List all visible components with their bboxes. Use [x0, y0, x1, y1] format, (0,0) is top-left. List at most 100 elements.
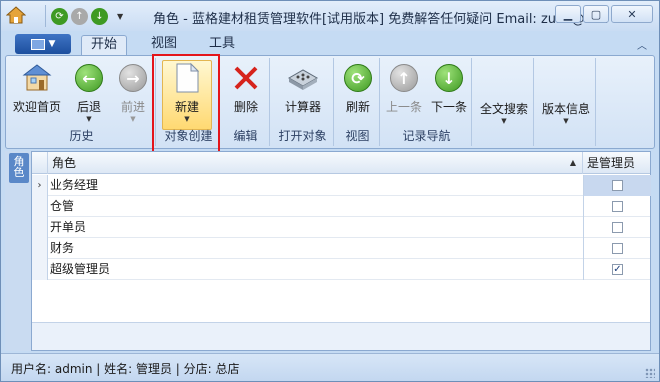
- role-cell[interactable]: 超级管理员: [50, 259, 110, 280]
- chevron-down-icon: ▼: [501, 117, 507, 125]
- column-header-role[interactable]: 角色 ▲: [48, 152, 583, 174]
- qat-down-icon[interactable]: ↓: [91, 7, 108, 25]
- roles-grid: 角色 ▲ 是管理员 › 业务经理 仓管 开单员 财务 超级管理员 ✓: [31, 151, 651, 351]
- chevron-down-icon: ▼: [130, 115, 136, 123]
- maximize-icon: ▢: [590, 7, 602, 21]
- down-arrow-icon: ↓: [433, 62, 465, 94]
- role-cell[interactable]: 财务: [50, 238, 74, 259]
- window-title: 角色 - 蓝格建材租赁管理软件[试用版本] 免费解答任何疑问 Email: zu…: [153, 12, 609, 27]
- group-version-info: 版本信息 ▼: [536, 58, 596, 146]
- tab-tools[interactable]: 工具: [199, 35, 245, 55]
- qat-separator: [45, 5, 46, 27]
- app-home-icon[interactable]: [5, 6, 27, 24]
- full-text-search-button[interactable]: 全文搜索 ▼: [476, 96, 532, 125]
- row-indicator[interactable]: [32, 238, 48, 259]
- chevron-down-icon: ▼: [86, 115, 92, 123]
- ribbon: 欢迎首页 ← 后退 ▼ → 前进 ▼ 历史 新建 ▼ 对象创建 删除 编辑 计算…: [5, 55, 655, 149]
- is-admin-checkbox[interactable]: [612, 201, 623, 212]
- status-text: 用户名: admin | 姓名: 管理员 | 分店: 总店: [11, 362, 240, 376]
- is-admin-checkbox[interactable]: [612, 222, 623, 233]
- window-controls: ▁ ▢ ✕: [555, 5, 653, 23]
- close-button[interactable]: ✕: [611, 5, 653, 23]
- calculator-label: 计算器: [284, 100, 321, 114]
- group-history: 欢迎首页 ← 后退 ▼ → 前进 ▼ 历史: [8, 58, 156, 146]
- application-menu-button[interactable]: ▼: [15, 34, 71, 54]
- calculator-icon: [287, 62, 319, 94]
- ribbon-tab-row: ▼ 开始 视图 工具 ︿: [1, 31, 659, 55]
- current-row-indicator-icon[interactable]: ›: [32, 175, 48, 196]
- column-header-is-admin[interactable]: 是管理员: [583, 152, 651, 174]
- group-edit: 删除 编辑: [222, 58, 270, 146]
- forward-arrow-icon: →: [117, 62, 149, 94]
- version-info-label: 版本信息: [541, 102, 590, 116]
- tab-view[interactable]: 视图: [141, 35, 187, 55]
- minimize-button[interactable]: ▁: [555, 5, 581, 23]
- group-full-text-search: 全文搜索 ▼: [474, 58, 534, 146]
- ribbon-collapse-icon[interactable]: ︿: [637, 37, 647, 52]
- group-view: ⟳ 刷新 视图: [336, 58, 380, 146]
- side-panel-strip: 角色: [5, 151, 31, 351]
- role-cell[interactable]: 开单员: [50, 217, 86, 238]
- forward-button[interactable]: → 前进 ▼: [112, 62, 154, 123]
- group-open-object: 计算器 打开对象: [272, 58, 334, 146]
- row-indicator[interactable]: [32, 259, 48, 280]
- grid-footer: [32, 322, 650, 350]
- back-label: 后退: [76, 100, 101, 114]
- grid-header: 角色 ▲ 是管理员: [32, 152, 650, 174]
- refresh-button[interactable]: ⟳ 刷新: [338, 62, 378, 115]
- tab-home[interactable]: 开始: [81, 35, 127, 55]
- previous-record-button[interactable]: ↑ 上一条: [382, 62, 426, 115]
- close-icon: ✕: [627, 7, 637, 21]
- welcome-home-button[interactable]: 欢迎首页: [12, 62, 62, 115]
- side-tab-roles[interactable]: 角色: [9, 153, 29, 183]
- header-indicator-cell: [32, 152, 48, 174]
- qat-up-icon[interactable]: ↑: [71, 7, 88, 25]
- app-window: ⟳ ↑ ↓ ▼ 角色 - 蓝格建材租赁管理软件[试用版本] 免费解答任何疑问 E…: [0, 0, 660, 382]
- up-arrow-icon: ↑: [388, 62, 420, 94]
- table-row[interactable]: 超级管理员 ✓: [32, 259, 650, 280]
- role-cell[interactable]: 仓管: [50, 196, 74, 217]
- home-icon: [21, 62, 53, 94]
- quick-access-toolbar: ⟳ ↑ ↓ ▼: [51, 6, 123, 26]
- group-record-navigation: ↑ 上一条 ↓ 下一条 记录导航: [382, 58, 472, 146]
- back-arrow-icon: ←: [73, 62, 105, 94]
- column-header-role-label: 角色: [52, 156, 77, 170]
- minimize-icon: ▁: [563, 7, 573, 21]
- table-row[interactable]: 财务: [32, 238, 650, 259]
- previous-record-label: 上一条: [385, 100, 422, 114]
- group-open-object-label: 打开对象: [278, 129, 327, 143]
- chevron-down-icon: ▼: [563, 117, 569, 125]
- row-indicator[interactable]: [32, 217, 48, 238]
- status-bar: 用户名: admin | 姓名: 管理员 | 分店: 总店: [1, 353, 659, 381]
- next-record-button[interactable]: ↓ 下一条: [426, 62, 472, 115]
- is-admin-checkbox[interactable]: [612, 180, 623, 191]
- refresh-label: 刷新: [345, 100, 370, 114]
- table-row[interactable]: › 业务经理: [32, 175, 651, 196]
- delete-button[interactable]: 删除: [224, 62, 268, 115]
- maximize-button[interactable]: ▢: [583, 5, 609, 23]
- qat-refresh-icon[interactable]: ⟳: [51, 7, 68, 25]
- resize-grip-icon[interactable]: [645, 368, 655, 378]
- sort-ascending-icon: ▲: [569, 158, 576, 167]
- back-button[interactable]: ← 后退 ▼: [68, 62, 110, 123]
- table-row[interactable]: 仓管: [32, 196, 650, 217]
- welcome-home-label: 欢迎首页: [12, 100, 61, 114]
- highlight-annotation-box: [152, 54, 220, 157]
- is-admin-checkbox[interactable]: ✓: [612, 264, 623, 275]
- group-view-label: 视图: [345, 129, 370, 143]
- chevron-down-icon: ▼: [48, 39, 56, 49]
- row-indicator[interactable]: [32, 196, 48, 217]
- table-row[interactable]: 开单员: [32, 217, 650, 238]
- version-info-button[interactable]: 版本信息 ▼: [538, 96, 594, 125]
- is-admin-checkbox[interactable]: [612, 243, 623, 254]
- refresh-icon: ⟳: [342, 62, 374, 94]
- app-menu-icon: [30, 38, 45, 50]
- delete-x-icon: [230, 62, 262, 94]
- group-record-navigation-label: 记录导航: [402, 129, 451, 143]
- role-cell[interactable]: 业务经理: [50, 175, 98, 196]
- calculator-button[interactable]: 计算器: [276, 62, 330, 115]
- full-text-search-label: 全文搜索: [479, 102, 528, 116]
- group-edit-label: 编辑: [233, 129, 258, 143]
- next-record-label: 下一条: [430, 100, 467, 114]
- qat-customize-icon[interactable]: ▼: [117, 12, 123, 21]
